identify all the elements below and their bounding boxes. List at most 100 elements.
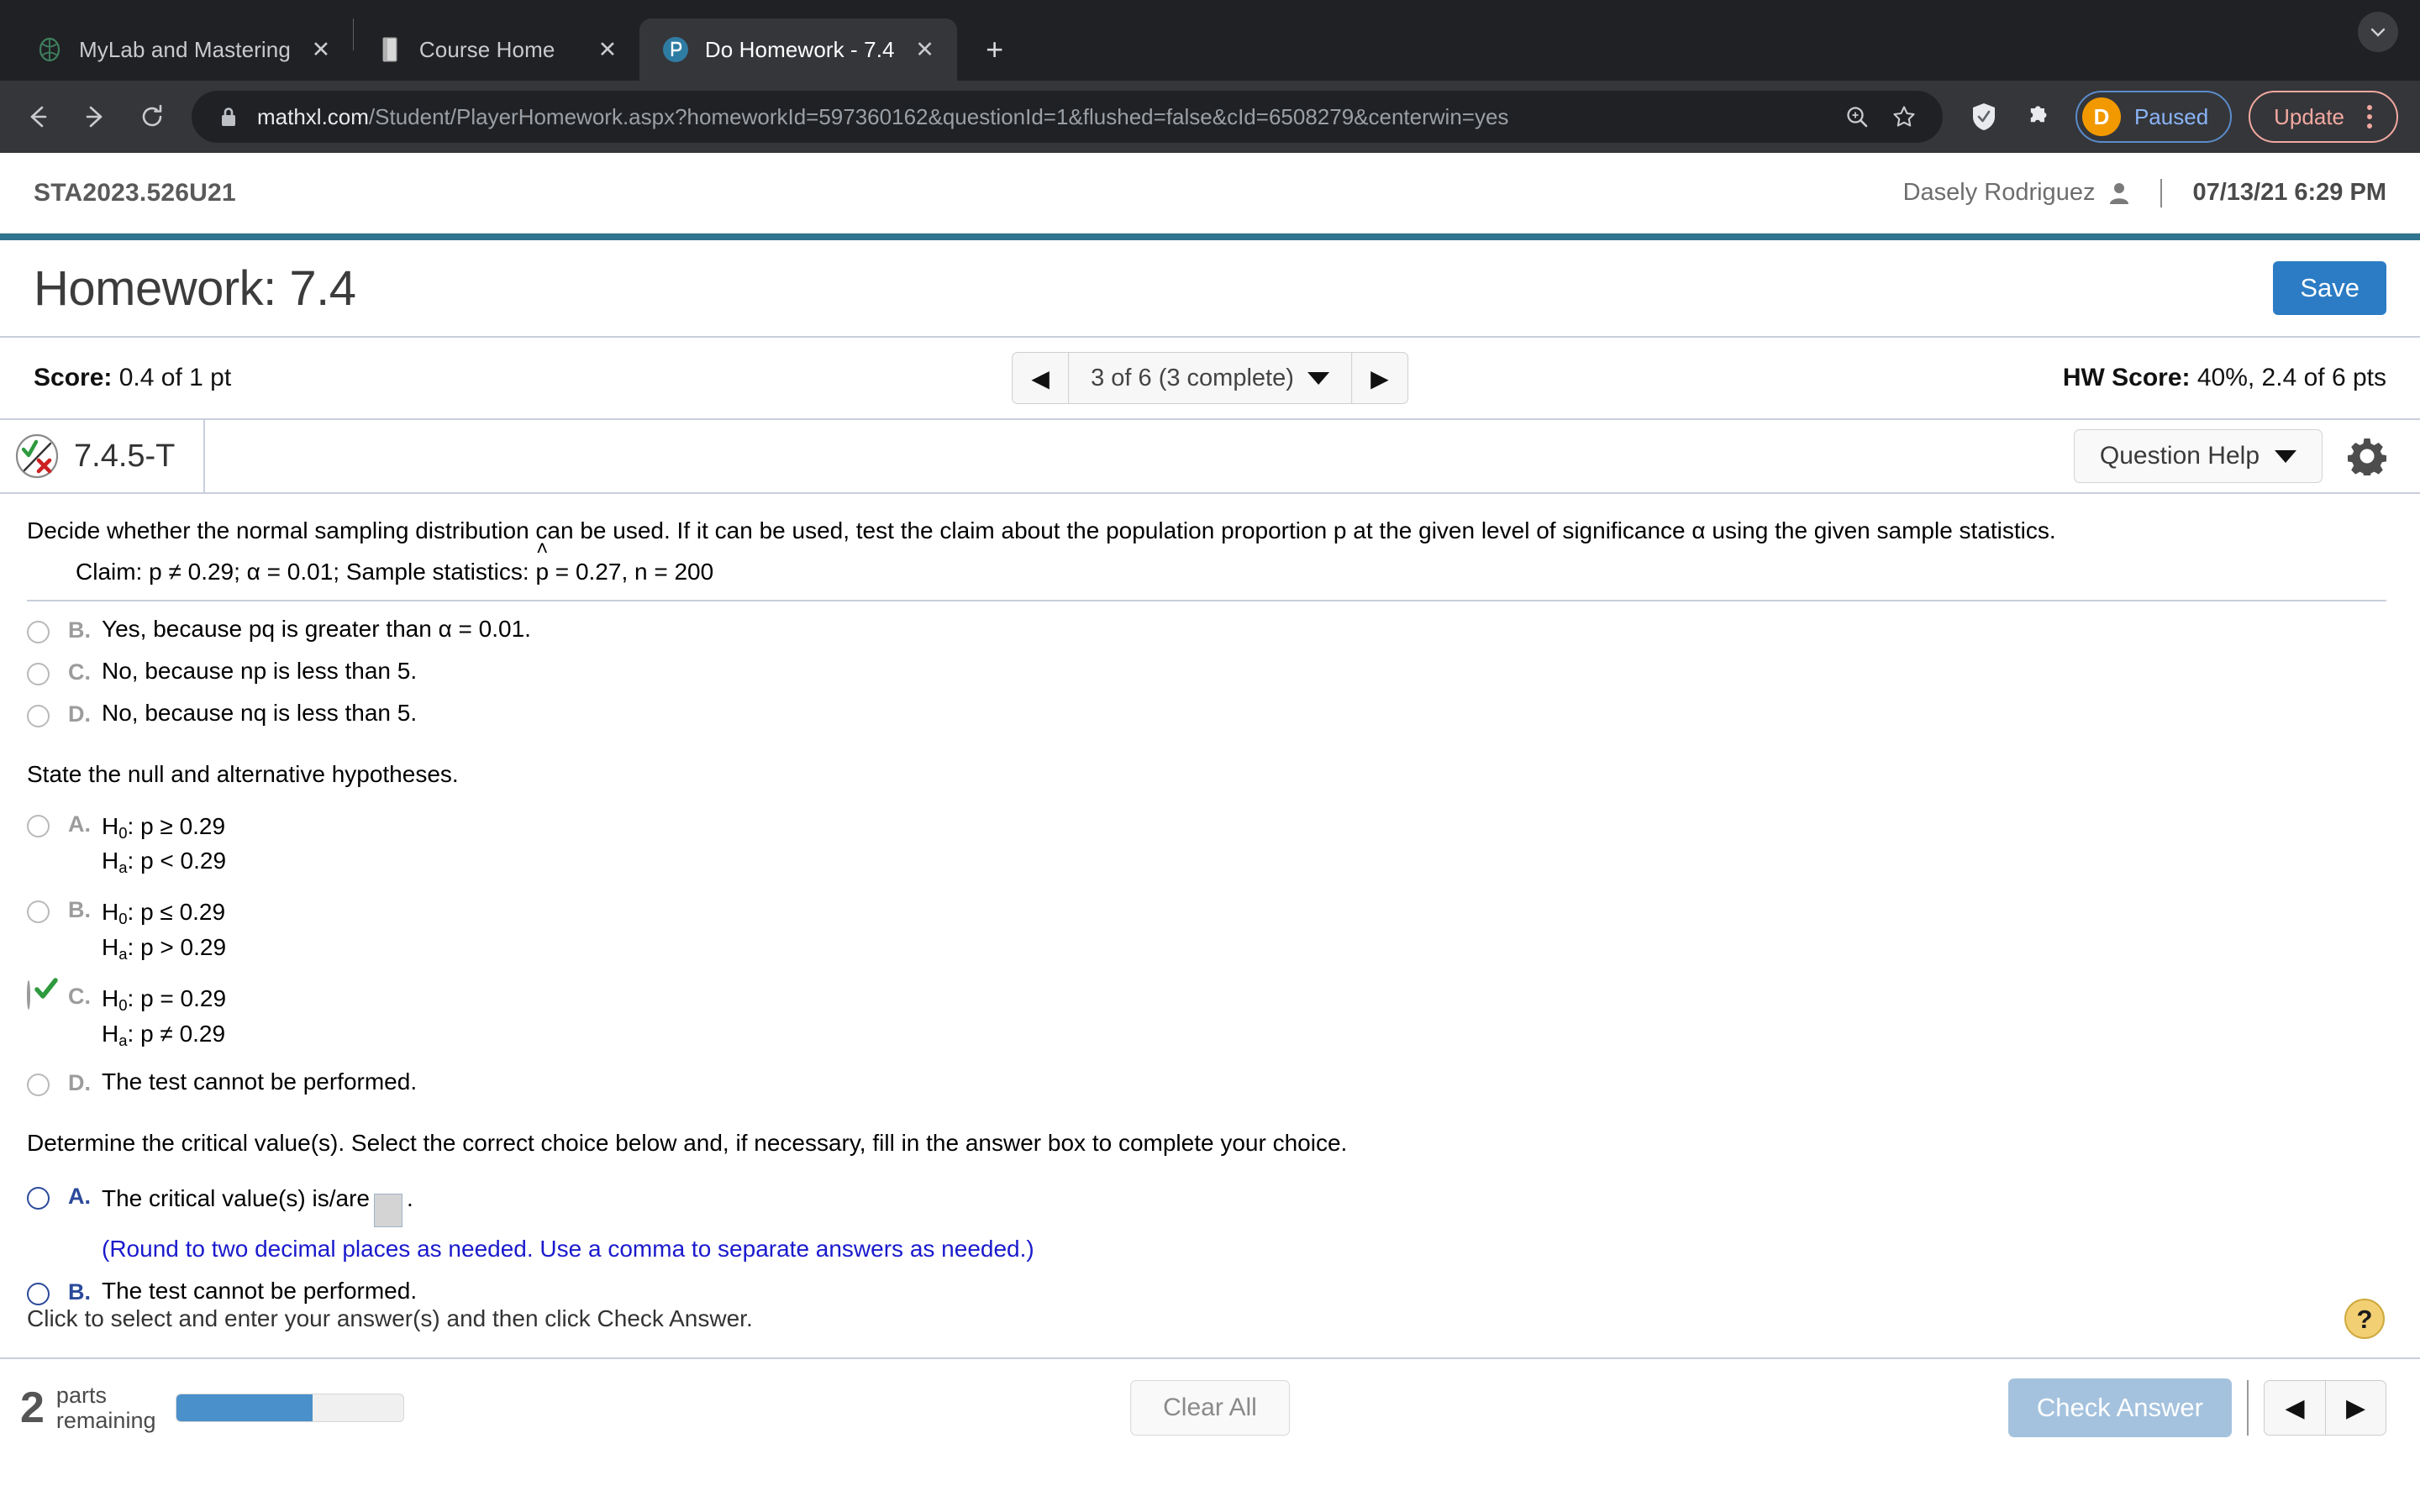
answer-option-part1-b[interactable]: B. Yes, because pq is greater than α = 0…: [27, 616, 2386, 643]
instruction-text: Click to select and enter your answer(s)…: [27, 1305, 753, 1331]
puzzle-extensions-icon[interactable]: [2013, 92, 2062, 141]
check-answer-button[interactable]: Check Answer: [2007, 1378, 2232, 1437]
progress-bar: [176, 1394, 405, 1422]
option-letter: D.: [68, 701, 91, 727]
browser-toolbar: mathxl.com/Student/PlayerHomework.aspx?h…: [0, 81, 2420, 153]
parts-remaining-label: parts remaining: [56, 1383, 156, 1433]
question-id-bar: 7.4.5-T Question Help: [0, 418, 2420, 494]
gear-icon[interactable]: [2347, 437, 2387, 479]
tab-title: Do Homework - 7.4: [704, 36, 895, 62]
critical-value-input[interactable]: [373, 1193, 402, 1227]
user-name: Dasely Rodriguez: [1902, 179, 2096, 206]
bookmark-star-icon[interactable]: [1881, 93, 1928, 140]
profile-paused-pill[interactable]: D Paused: [2075, 91, 2233, 143]
accent-bar: [0, 234, 2420, 240]
option-letter: C.: [68, 659, 91, 685]
hypothesis-alt: Ha: p < 0.29: [102, 844, 2386, 879]
zoom-icon[interactable]: [1833, 93, 1881, 140]
partial-credit-icon: [13, 433, 60, 480]
radio-wrapper: [27, 978, 58, 1011]
option-letter: B.: [68, 617, 91, 643]
back-icon[interactable]: [12, 91, 64, 143]
question-id-label: 7.4.5-T: [74, 438, 176, 474]
update-label: Update: [2274, 103, 2344, 129]
option-text: Yes, because pq is greater than α = 0.01…: [102, 615, 531, 642]
hypothesis-null: H0: p ≥ 0.29: [102, 810, 2386, 844]
answer-option-part2-d[interactable]: D. The test cannot be performed.: [27, 1068, 2386, 1097]
answer-option-part3-a[interactable]: A. The critical value(s) is/are. (Round …: [27, 1182, 2386, 1263]
radio-button[interactable]: [27, 900, 50, 924]
h-subscript: 0: [118, 910, 128, 928]
browser-menu-icon[interactable]: [2351, 98, 2388, 135]
scroll-cut-divider: [27, 599, 2386, 601]
correct-check-icon: [34, 977, 59, 1002]
option-text: H0: p = 0.29 Ha: p ≠ 0.29: [102, 982, 2386, 1052]
claim-suffix: = 0.27, n = 200: [549, 558, 714, 585]
answer-option-part2-a[interactable]: A. H0: p ≥ 0.29 Ha: p < 0.29: [27, 810, 2386, 879]
header-divider: [2160, 178, 2163, 207]
browser-tab-mylab[interactable]: MyLab and Mastering ✕: [13, 18, 353, 81]
score-label: Score:: [34, 364, 113, 391]
part3-prompt: Determine the critical value(s). Select …: [27, 1130, 1348, 1157]
radio-button[interactable]: [27, 662, 50, 685]
parts-remaining-count: 2: [20, 1383, 45, 1432]
forward-icon[interactable]: [69, 91, 121, 143]
window-minimize-icon[interactable]: [2358, 12, 2398, 52]
new-tab-button[interactable]: +: [969, 24, 1021, 76]
course-id: STA2023.526U21: [34, 178, 236, 207]
browser-tab-do-homework[interactable]: Do Homework - 7.4 ✕: [639, 18, 957, 81]
h-expression: : p > 0.29: [127, 933, 227, 960]
parts-label-line2: remaining: [55, 1408, 156, 1433]
option-text: No, because nq is less than 5.: [102, 699, 418, 726]
tab-title: Course Home: [418, 36, 555, 62]
footer-prev-button[interactable]: ◀: [2265, 1381, 2325, 1435]
shield-extension-icon[interactable]: [1960, 92, 2008, 141]
radio-button[interactable]: [27, 1074, 50, 1097]
radio-button[interactable]: [27, 814, 50, 837]
close-icon[interactable]: ✕: [304, 33, 338, 66]
answer-option-part1-d[interactable]: D. No, because nq is less than 5.: [27, 700, 2386, 727]
address-bar[interactable]: mathxl.com/Student/PlayerHomework.aspx?h…: [192, 91, 1943, 143]
h-subscript: 0: [118, 823, 128, 842]
pager-dropdown[interactable]: 3 of 6 (3 complete): [1068, 353, 1352, 403]
answer-option-part2-c[interactable]: C. H0: p = 0.29 Ha: p ≠ 0.29: [27, 978, 2386, 1052]
close-icon[interactable]: ✕: [591, 33, 624, 66]
p-letter: p: [535, 558, 550, 585]
pager-next-button[interactable]: ▶: [1352, 353, 1407, 403]
option-text: H0: p ≥ 0.29 Ha: p < 0.29: [102, 810, 2386, 879]
parts-label-line1: parts: [55, 1382, 107, 1408]
clear-all-button[interactable]: Clear All: [1130, 1380, 1290, 1436]
user-icon[interactable]: [2108, 181, 2130, 205]
rounding-hint: (Round to two decimal places as needed. …: [102, 1235, 1034, 1262]
h-expression: : p ≥ 0.29: [127, 812, 226, 839]
hat-accent: ˄: [536, 537, 549, 560]
pearson-icon: [661, 35, 690, 64]
radio-button[interactable]: [27, 620, 50, 643]
browser-chrome: MyLab and Mastering ✕ Course Home ✕ Do H…: [0, 0, 2420, 153]
h-symbol: H: [102, 812, 119, 839]
pager-label: 3 of 6 (3 complete): [1091, 364, 1294, 391]
h-subscript: a: [118, 1031, 128, 1049]
page-title: Homework: 7.4: [34, 260, 356, 316]
url-path: /Student/PlayerHomework.aspx?homeworkId=…: [368, 103, 1509, 129]
question-mark-help-icon[interactable]: ?: [2343, 1297, 2386, 1341]
update-button[interactable]: Update: [2249, 91, 2398, 143]
answer-option-part2-b[interactable]: B. H0: p ≤ 0.29 Ha: p > 0.29: [27, 895, 2386, 965]
course-header: STA2023.526U21 Dasely Rodriguez 07/13/21…: [0, 153, 2420, 234]
h-expression: : p ≠ 0.29: [127, 1020, 226, 1047]
footer-next-button[interactable]: ▶: [2325, 1381, 2386, 1435]
radio-button[interactable]: [27, 1187, 50, 1210]
answer-option-part1-c[interactable]: C. No, because np is less than 5.: [27, 658, 2386, 685]
pager-prev-button[interactable]: ◀: [1013, 353, 1068, 403]
reload-icon[interactable]: [126, 91, 178, 143]
footer-actions: Check Answer ◀ ▶: [2007, 1378, 2386, 1437]
question-help-button[interactable]: Question Help: [2073, 429, 2323, 483]
homework-title-bar: Homework: 7.4 Save: [0, 240, 2420, 338]
radio-button[interactable]: [27, 704, 50, 727]
browser-tab-course-home[interactable]: Course Home ✕: [354, 18, 639, 81]
save-button[interactable]: Save: [2273, 261, 2386, 315]
close-icon[interactable]: ✕: [908, 33, 942, 66]
url-host: mathxl.com: [257, 103, 369, 129]
radio-button-selected[interactable]: [27, 980, 30, 1011]
score-text: Score: 0.4 of 1 pt: [34, 364, 231, 392]
